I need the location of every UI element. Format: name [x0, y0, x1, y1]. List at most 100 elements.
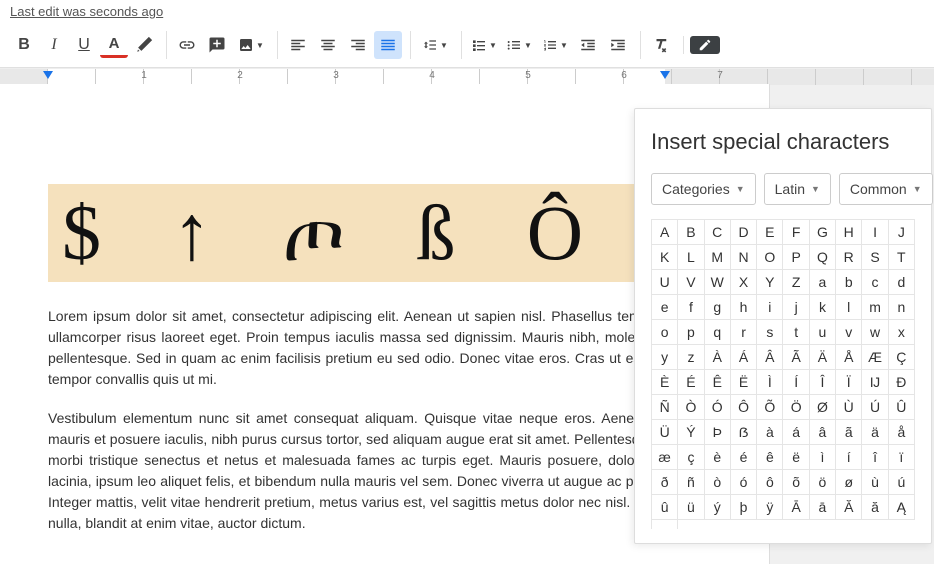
char-cell[interactable]: m: [862, 295, 888, 320]
underline-button[interactable]: U: [70, 31, 98, 59]
char-cell[interactable]: ð: [652, 470, 678, 495]
char-cell[interactable]: x: [889, 320, 915, 345]
bulleted-list-button[interactable]: ▼: [502, 31, 536, 59]
char-cell[interactable]: T: [889, 245, 915, 270]
highlight-button[interactable]: [130, 31, 158, 59]
char-cell[interactable]: J: [889, 220, 915, 245]
char-cell[interactable]: i: [757, 295, 783, 320]
char-cell[interactable]: ì: [810, 445, 836, 470]
char-cell[interactable]: Á: [731, 345, 757, 370]
char-cell[interactable]: Ä: [810, 345, 836, 370]
char-cell[interactable]: q: [705, 320, 731, 345]
char-cell[interactable]: t: [783, 320, 809, 345]
char-cell[interactable]: b: [836, 270, 862, 295]
char-cell[interactable]: O: [757, 245, 783, 270]
char-cell[interactable]: Y: [757, 270, 783, 295]
char-cell[interactable]: e: [652, 295, 678, 320]
char-cell[interactable]: É: [678, 370, 704, 395]
script-dropdown[interactable]: Latin▼: [764, 173, 831, 205]
char-cell[interactable]: Ý: [678, 420, 704, 445]
char-cell[interactable]: â: [810, 420, 836, 445]
char-cell[interactable]: Ñ: [652, 395, 678, 420]
char-cell[interactable]: Ã: [783, 345, 809, 370]
char-cell[interactable]: W: [705, 270, 731, 295]
char-cell[interactable]: Ă: [836, 495, 862, 520]
char-cell[interactable]: r: [731, 320, 757, 345]
char-cell[interactable]: è: [705, 445, 731, 470]
char-cell[interactable]: ò: [705, 470, 731, 495]
char-cell[interactable]: Ï: [836, 370, 862, 395]
paragraph[interactable]: Lorem ipsum dolor sit amet, consectetur …: [48, 306, 709, 390]
char-cell[interactable]: Â: [757, 345, 783, 370]
char-cell[interactable]: F: [783, 220, 809, 245]
char-cell[interactable]: s: [757, 320, 783, 345]
categories-dropdown[interactable]: Categories▼: [651, 173, 756, 205]
char-cell[interactable]: h: [731, 295, 757, 320]
char-cell[interactable]: ú: [889, 470, 915, 495]
insert-image-button[interactable]: ▼: [233, 31, 269, 59]
char-cell[interactable]: v: [836, 320, 862, 345]
char-cell[interactable]: Ç: [889, 345, 915, 370]
char-cell[interactable]: Z: [783, 270, 809, 295]
text-color-button[interactable]: A: [100, 32, 128, 58]
char-cell[interactable]: î: [862, 445, 888, 470]
char-cell[interactable]: Ð: [889, 370, 915, 395]
char-cell[interactable]: Ą: [889, 495, 915, 520]
char-cell[interactable]: Ā: [783, 495, 809, 520]
char-cell[interactable]: ç: [678, 445, 704, 470]
char-cell[interactable]: û: [652, 495, 678, 520]
char-cell[interactable]: u: [810, 320, 836, 345]
char-cell[interactable]: ẞ: [731, 420, 757, 445]
increase-indent-button[interactable]: [604, 31, 632, 59]
char-cell[interactable]: ñ: [678, 470, 704, 495]
editing-mode-button[interactable]: [690, 36, 720, 54]
char-cell[interactable]: ë: [783, 445, 809, 470]
char-cell[interactable]: ê: [757, 445, 783, 470]
char-cell[interactable]: ó: [731, 470, 757, 495]
char-cell[interactable]: Õ: [757, 395, 783, 420]
char-cell[interactable]: w: [862, 320, 888, 345]
char-cell[interactable]: é: [731, 445, 757, 470]
char-cell[interactable]: à: [757, 420, 783, 445]
char-cell[interactable]: d: [889, 270, 915, 295]
insert-link-button[interactable]: [173, 31, 201, 59]
align-right-button[interactable]: [344, 31, 372, 59]
horizontal-ruler[interactable]: 1234567: [0, 68, 934, 84]
char-cell[interactable]: å: [889, 420, 915, 445]
last-edit-info[interactable]: Last edit was seconds ago: [0, 0, 934, 23]
char-cell[interactable]: y: [652, 345, 678, 370]
bold-button[interactable]: B: [10, 31, 38, 59]
char-cell[interactable]: Æ: [862, 345, 888, 370]
char-cell[interactable]: o: [652, 320, 678, 345]
align-left-button[interactable]: [284, 31, 312, 59]
char-cell[interactable]: È: [652, 370, 678, 395]
char-cell[interactable]: æ: [652, 445, 678, 470]
char-cell[interactable]: ÿ: [757, 495, 783, 520]
char-cell[interactable]: Í: [783, 370, 809, 395]
char-cell[interactable]: Ü: [652, 420, 678, 445]
char-cell[interactable]: ø: [836, 470, 862, 495]
char-cell[interactable]: H: [836, 220, 862, 245]
char-cell[interactable]: ï: [889, 445, 915, 470]
char-cell[interactable]: p: [678, 320, 704, 345]
char-cell[interactable]: Ö: [783, 395, 809, 420]
char-cell[interactable]: Û: [889, 395, 915, 420]
char-cell[interactable]: á: [783, 420, 809, 445]
char-cell[interactable]: ã: [836, 420, 862, 445]
char-cell[interactable]: I: [862, 220, 888, 245]
char-cell[interactable]: z: [678, 345, 704, 370]
char-cell[interactable]: V: [678, 270, 704, 295]
char-cell[interactable]: f: [678, 295, 704, 320]
char-cell[interactable]: L: [678, 245, 704, 270]
char-cell[interactable]: K: [652, 245, 678, 270]
char-cell[interactable]: Ë: [731, 370, 757, 395]
char-cell[interactable]: À: [705, 345, 731, 370]
char-cell[interactable]: N: [731, 245, 757, 270]
line-spacing-button[interactable]: ▼: [417, 31, 453, 59]
char-cell[interactable]: þ: [731, 495, 757, 520]
char-cell[interactable]: ă: [862, 495, 888, 520]
char-cell[interactable]: D: [731, 220, 757, 245]
char-cell[interactable]: Ù: [836, 395, 862, 420]
char-cell[interactable]: í: [836, 445, 862, 470]
char-cell[interactable]: Ò: [678, 395, 704, 420]
